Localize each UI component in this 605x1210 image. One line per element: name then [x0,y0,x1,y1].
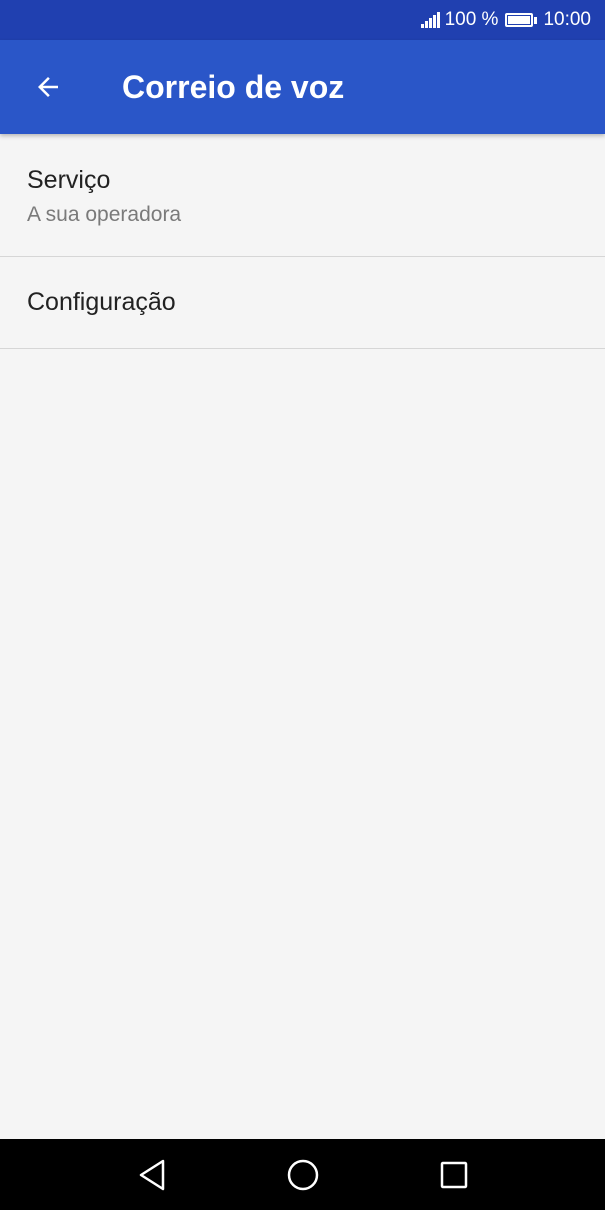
circle-home-icon [287,1159,319,1190]
setting-service-title: Serviço [27,166,111,194]
setting-service[interactable]: Serviço A sua operadora [0,134,605,257]
triangle-back-icon [139,1159,165,1190]
setting-service-subtitle: A sua operadora [27,203,182,226]
setting-configuration[interactable]: Configuração [0,257,605,349]
page-title: Correio de voz [122,68,345,105]
setting-configuration-title: Configuração [27,288,176,316]
settings-list: Serviço A sua operadora Configuração [0,134,605,349]
navigation-bar [0,1139,605,1210]
clock: 10:00 [543,9,591,30]
nav-recents-button[interactable] [419,1139,489,1210]
signal-icon [420,12,440,28]
nav-back-button[interactable] [117,1139,187,1210]
app-bar: Correio de voz [0,40,605,134]
battery-icon [505,13,538,27]
battery-percent: 100 % [444,9,499,30]
back-button[interactable] [18,57,78,117]
square-recents-icon [440,1161,468,1188]
status-bar: 100 % 10:00 [0,0,605,40]
arrow-back-icon [38,77,58,97]
nav-home-button[interactable] [268,1139,338,1210]
